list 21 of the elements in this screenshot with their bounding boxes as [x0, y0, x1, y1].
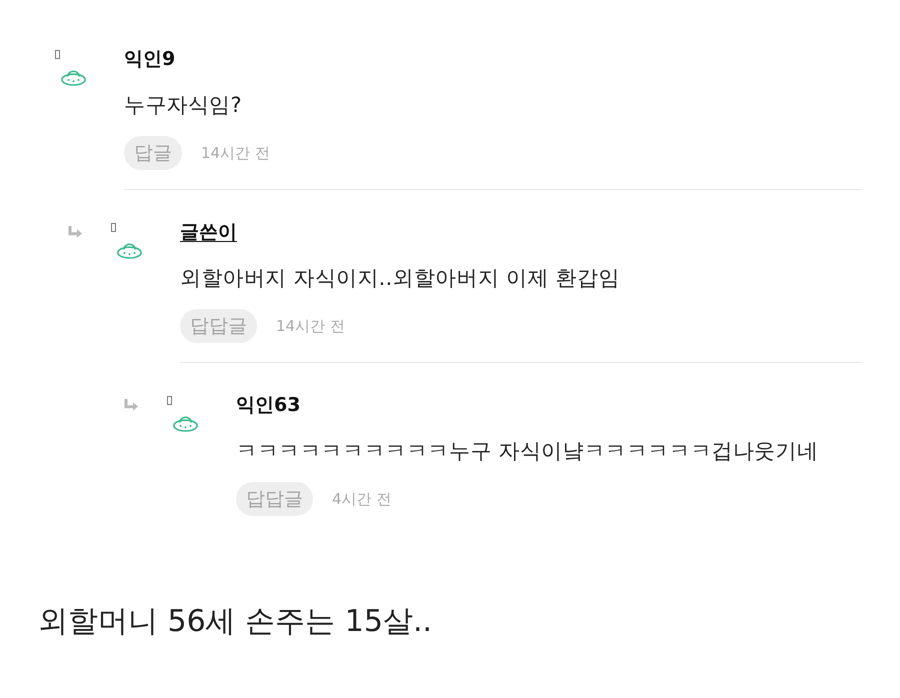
small-rectangle-icon: [111, 223, 116, 232]
timestamp: 14시간 전: [276, 316, 345, 336]
ufo-icon: [117, 241, 142, 259]
reply-button[interactable]: 답답글: [180, 309, 257, 343]
reply-button[interactable]: 답글: [124, 136, 182, 170]
author-name: 글쓴이: [180, 220, 237, 245]
author-name: 익인63: [236, 393, 300, 418]
reply-arrow-icon: [68, 226, 82, 238]
caption-text: 외할머니 56세 손주는 15살..: [38, 603, 432, 641]
author-name: 익인9: [124, 47, 176, 72]
small-rectangle-icon: [167, 396, 172, 405]
comment-text: 외할아버지 자식이지..외할아버지 이제 환갑임: [180, 265, 621, 291]
reply-button[interactable]: 답답글: [236, 482, 313, 516]
comment-text: 누구자식임?: [124, 92, 243, 118]
ufo-icon: [173, 414, 198, 432]
ufo-icon: [61, 68, 86, 86]
timestamp: 4시간 전: [332, 490, 392, 508]
small-rectangle-icon: [55, 50, 60, 59]
comment-text: ㅋㅋㅋㅋㅋㅋㅋㅋㅋㅋ누구 자식이냨ㅋㅋㅋㅋㅋㅋ겁나웃기네: [236, 438, 820, 464]
timestamp: 14시간 전: [201, 144, 270, 162]
reply-arrow-icon: [124, 399, 138, 411]
